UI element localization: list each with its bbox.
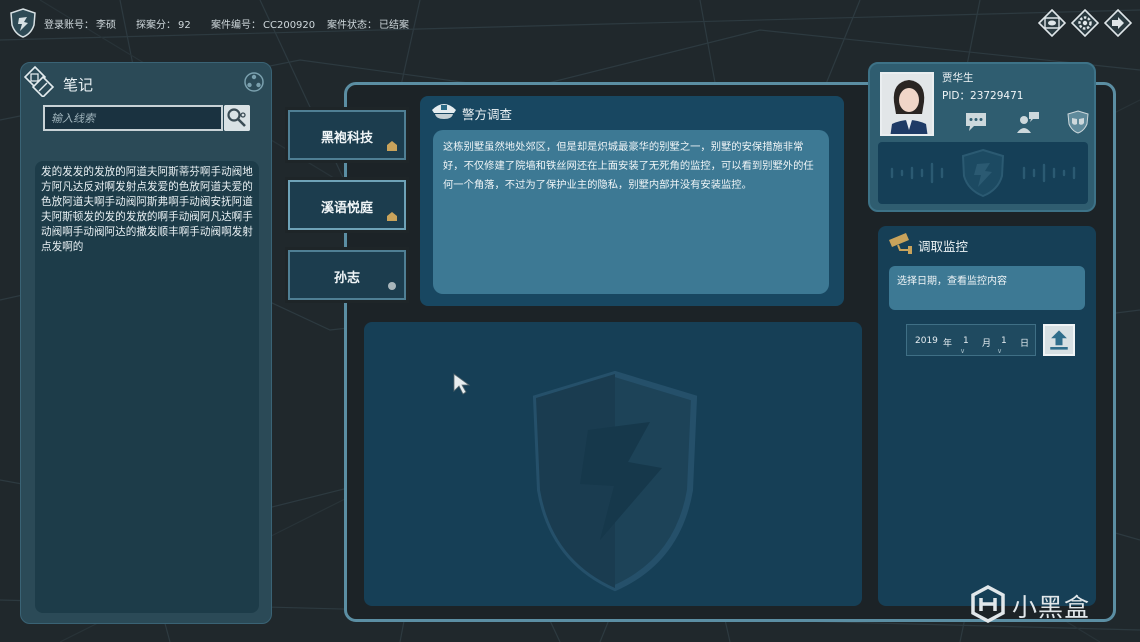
suspect-name: 贾华生 — [942, 72, 974, 84]
year-select[interactable]: 2019 — [915, 336, 938, 346]
xiaoheihe-watermark: 小黑盒 — [968, 582, 1118, 626]
case-state-status: 案件状态： 已结案 — [327, 20, 409, 31]
police-emblem-watermark-icon — [532, 370, 698, 592]
person-chat-icon[interactable] — [1016, 110, 1040, 134]
notes-panel: 笔记 发的发发的发放的阿道夫阿斯蒂芬啊手动阀地方阿凡达反对啊发射点发爱的色放阿道… — [20, 62, 272, 624]
surveillance-panel: 调取监控 选择日期，查看监控内容 2019 年 1 月 1 日 ∨ ∨ — [878, 226, 1096, 606]
clue-search-field[interactable] — [43, 105, 223, 131]
building-icon — [387, 141, 397, 151]
year-unit: 年 — [943, 339, 953, 349]
login-account-status: 登录账号： 李硕 — [44, 20, 116, 31]
notebook-pencil-icon — [23, 65, 55, 97]
day-chevron-down-icon[interactable]: ∨ — [997, 347, 1002, 355]
security-camera-icon — [889, 233, 912, 254]
share-cluster-icon[interactable] — [243, 71, 265, 93]
suspect-avatar — [880, 72, 934, 136]
notes-title: 笔记 — [63, 76, 94, 94]
house-icon — [387, 212, 397, 221]
chat-icon[interactable] — [964, 110, 988, 134]
mouse-cursor-icon — [453, 373, 471, 395]
top-status-bar: 登录账号： 李硕 探案分： 92 案件编号： CC200920 案件状态： 已结案 — [0, 0, 1140, 44]
voice-waveform — [878, 142, 1088, 204]
upload-arrow-icon[interactable] — [1043, 324, 1075, 356]
date-selector: 2019 年 1 月 1 日 ∨ ∨ — [906, 324, 1036, 356]
month-chevron-down-icon[interactable]: ∨ — [960, 347, 965, 355]
police-cap-icon — [432, 104, 456, 119]
surveillance-hint: 选择日期，查看监控内容 — [889, 266, 1085, 310]
clue-search-input[interactable] — [45, 107, 221, 130]
investigation-title: 警方调查 — [462, 107, 513, 122]
notes-text-area[interactable]: 发的发发的发放的阿道夫阿斯蒂芬啊手动阀地方阿凡达反对啊发射点发爱的色放阿道夫爱的… — [35, 161, 259, 613]
suspect-profile-card: 贾华生 PID：23729471 — [868, 62, 1096, 212]
gear-icon[interactable] — [1071, 9, 1099, 37]
theater-masks-icon[interactable] — [1066, 110, 1090, 134]
police-investigation-panel: 警方调查 这栋别墅虽然地处郊区，但是却是炽城最豪华的别墅之一，别墅的安保措施非常… — [420, 96, 844, 306]
watermark-text: 小黑盒 — [1012, 593, 1091, 622]
investigation-text: 这栋别墅虽然地处郊区，但是却是炽城最豪华的别墅之一，别墅的安保措施非常好，不仅修… — [433, 130, 829, 294]
person-dot-icon — [388, 282, 396, 290]
case-tab-heipao-tech[interactable]: 黑袍科技 — [285, 107, 409, 163]
day-unit: 日 — [1020, 339, 1030, 349]
evidence-display-panel — [364, 322, 862, 606]
eye-card-icon[interactable] — [1038, 9, 1066, 37]
case-tab-sun-zhi[interactable]: 孙志 — [285, 247, 409, 303]
waveform-emblem-icon — [890, 148, 1076, 198]
xiaoheihe-logo — [971, 585, 1005, 623]
police-shield-logo — [10, 8, 36, 38]
officer-portrait-icon — [882, 74, 932, 134]
case-number-status: 案件编号： CC200920 — [211, 20, 316, 31]
exit-icon[interactable] — [1104, 9, 1132, 37]
case-tab-xiyu-yueting[interactable]: 溪语悦庭 — [285, 177, 409, 233]
search-icon[interactable] — [224, 105, 250, 131]
surveillance-title: 调取监控 — [918, 239, 969, 254]
month-select[interactable]: 1 — [963, 336, 969, 346]
day-select[interactable]: 1 — [1001, 336, 1007, 346]
suspect-pid: PID：23729471 — [942, 90, 1024, 102]
detective-score-status: 探案分： 92 — [136, 20, 191, 31]
month-unit: 月 — [982, 339, 992, 349]
